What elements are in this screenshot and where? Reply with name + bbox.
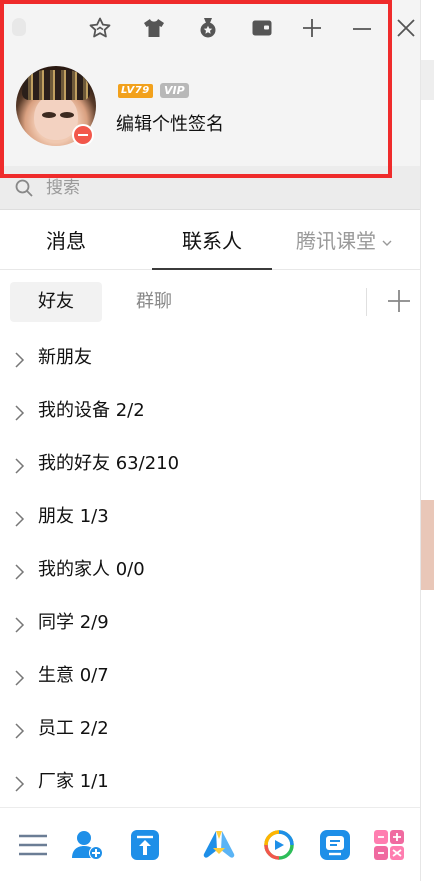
group-row[interactable]: 员工 2/2 <box>0 705 420 758</box>
tab-messages[interactable]: 消息 <box>0 210 132 270</box>
level-badge[interactable]: LV79 <box>118 84 153 98</box>
vip-badge[interactable]: VIP <box>160 83 189 98</box>
group-row[interactable]: 厂家 1/1 <box>0 758 420 811</box>
skin-shirt-icon[interactable] <box>140 16 168 40</box>
subtab-groups[interactable]: 群聊 <box>108 282 200 322</box>
search-icon <box>15 179 33 197</box>
add-contact-icon[interactable] <box>386 288 412 314</box>
group-row[interactable]: 我的设备 2/2 <box>0 387 420 440</box>
search-bar <box>0 166 420 210</box>
background-window-image <box>421 500 434 590</box>
tab-tencent-class[interactable]: 腾讯课堂 <box>296 210 420 270</box>
group-row[interactable]: 我的家人 0/0 <box>0 546 420 599</box>
divider <box>366 288 367 316</box>
group-label: 员工 2/2 <box>38 718 109 739</box>
chevron-right-icon <box>15 723 25 739</box>
app-manager-icon[interactable] <box>318 828 352 862</box>
favorites-star-icon[interactable] <box>86 16 114 40</box>
group-row[interactable]: 生意 0/7 <box>0 652 420 705</box>
upload-icon[interactable] <box>128 828 162 862</box>
chevron-right-icon <box>15 405 25 421</box>
profile-header: LV79 VIP 编辑个性签名 <box>0 0 420 166</box>
signature-edit[interactable]: 编辑个性签名 <box>116 110 224 136</box>
chevron-right-icon <box>15 511 25 527</box>
mini-program-icon[interactable] <box>372 828 406 862</box>
search-input[interactable] <box>44 174 404 202</box>
group-label: 新朋友 <box>38 347 92 368</box>
chevron-right-icon <box>15 670 25 686</box>
subtab-friends[interactable]: 好友 <box>10 282 102 322</box>
chevron-right-icon <box>15 617 25 633</box>
menu-icon[interactable] <box>16 828 50 862</box>
wallet-icon[interactable] <box>248 16 276 40</box>
group-label: 朋友 1/3 <box>38 506 109 527</box>
group-row[interactable]: 朋友 1/3 <box>0 493 420 546</box>
close-icon[interactable] <box>392 16 420 40</box>
bottom-toolbar <box>0 807 420 881</box>
chevron-right-icon <box>15 352 25 368</box>
group-label: 同学 2/9 <box>38 612 109 633</box>
avatar-headdress <box>22 70 90 100</box>
medal-icon[interactable] <box>194 16 222 40</box>
group-label: 我的设备 2/2 <box>38 400 145 421</box>
contact-subtabs: 好友 群聊 <box>0 270 420 334</box>
friend-group-list: 新朋友 我的设备 2/2 我的好友 63/210 朋友 1/3 我的家人 0/0… <box>0 334 420 811</box>
background-window-block <box>421 60 434 100</box>
game-icon[interactable] <box>202 828 236 862</box>
group-label: 我的家人 0/0 <box>38 559 145 580</box>
minimize-icon[interactable] <box>348 16 376 40</box>
group-label: 我的好友 63/210 <box>38 453 180 474</box>
group-row[interactable]: 新朋友 <box>0 334 420 387</box>
background-window-edge <box>420 0 434 881</box>
main-tabs: 消息 联系人 腾讯课堂 <box>0 210 420 270</box>
chevron-right-icon <box>15 564 25 580</box>
group-row[interactable]: 我的好友 63/210 <box>0 440 420 493</box>
group-row[interactable]: 同学 2/9 <box>0 599 420 652</box>
status-busy-icon[interactable] <box>72 124 94 146</box>
chevron-down-icon <box>382 240 392 246</box>
chevron-right-icon <box>15 776 25 792</box>
qq-main-window: LV79 VIP 编辑个性签名 消息 联系人 腾讯课堂 好友 群聊 新朋友 <box>0 0 420 881</box>
tab-tencent-class-label: 腾讯课堂 <box>296 229 376 253</box>
avatar-eye <box>60 112 74 118</box>
avatar-eye <box>42 112 56 118</box>
video-icon[interactable] <box>262 828 296 862</box>
add-icon[interactable] <box>298 16 326 40</box>
add-friend-icon[interactable] <box>70 828 104 862</box>
chevron-right-icon <box>15 458 25 474</box>
qq-logo-icon <box>12 18 26 36</box>
group-label: 厂家 1/1 <box>38 771 109 792</box>
group-label: 生意 0/7 <box>38 665 109 686</box>
tab-contacts[interactable]: 联系人 <box>152 210 272 270</box>
